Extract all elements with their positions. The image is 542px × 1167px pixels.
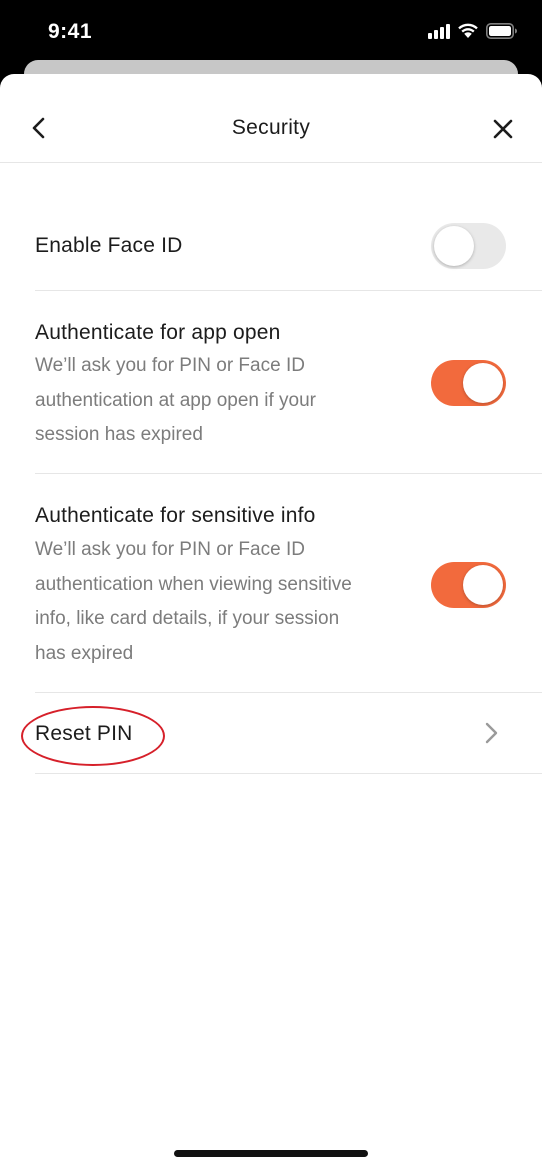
toggle-knob [463, 565, 503, 605]
app-open-auth-description: We’ll ask you for PIN or Face ID authent… [35, 355, 316, 445]
phone-screen: 9:41 Security Enable Face ID Authenticat… [0, 0, 542, 1167]
sensitive-info-auth-label: Authenticate for sensitive info [35, 504, 316, 527]
sensitive-info-auth-row: Authenticate for sensitive info We’ll as… [35, 474, 542, 693]
reset-pin-label: Reset PIN [35, 722, 133, 745]
close-button[interactable] [488, 114, 518, 144]
security-sheet: Security Enable Face ID Authenticate for… [0, 74, 542, 1167]
face-id-label: Enable Face ID [35, 234, 183, 257]
status-icons [428, 22, 518, 39]
sensitive-info-auth-description: We’ll ask you for PIN or Face ID authent… [35, 539, 352, 664]
close-icon [493, 119, 513, 139]
reset-pin-row[interactable]: Reset PIN [35, 693, 542, 774]
status-time: 9:41 [48, 20, 93, 43]
cellular-signal-icon [428, 23, 450, 39]
chevron-right-icon [485, 722, 498, 744]
app-open-auth-toggle[interactable] [431, 360, 506, 406]
app-open-auth-row: Authenticate for app open We’ll ask you … [35, 291, 542, 474]
app-open-auth-label: Authenticate for app open [35, 321, 281, 344]
toggle-knob [463, 363, 503, 403]
toggle-knob [434, 226, 474, 266]
face-id-toggle[interactable] [431, 223, 506, 269]
wifi-icon [457, 22, 479, 39]
battery-icon [486, 22, 518, 39]
sensitive-info-auth-toggle[interactable] [431, 562, 506, 608]
face-id-row: Enable Face ID [35, 201, 542, 291]
home-indicator [174, 1150, 368, 1157]
navigation-bar: Security [0, 74, 542, 163]
page-title: Security [231, 116, 311, 139]
status-bar: 9:41 [0, 0, 542, 66]
